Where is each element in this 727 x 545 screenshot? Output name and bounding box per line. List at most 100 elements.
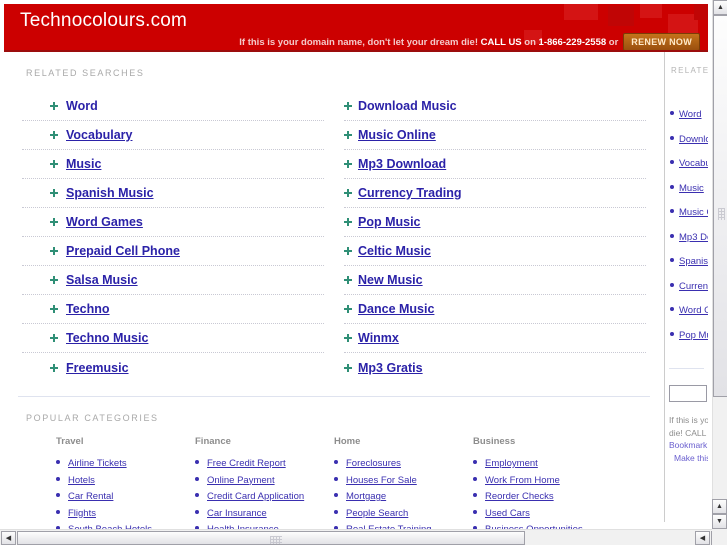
related-search-item[interactable]: Download Music xyxy=(344,92,646,121)
related-search-link[interactable]: Dance Music xyxy=(358,302,434,316)
related-search-item[interactable]: Prepaid Cell Phone xyxy=(22,237,324,266)
sidebar-list-item[interactable]: Spanish Music xyxy=(665,248,708,273)
related-search-link[interactable]: Winmx xyxy=(358,331,399,345)
related-search-item[interactable]: Music Online xyxy=(344,121,646,150)
list-item[interactable]: People Search xyxy=(334,504,473,521)
sidebar-search-input[interactable] xyxy=(669,385,707,402)
related-search-link[interactable]: Music Online xyxy=(358,128,436,142)
related-search-link[interactable]: Spanish Music xyxy=(66,186,154,200)
list-item[interactable]: Health Insurance xyxy=(195,520,334,529)
related-search-link[interactable]: Music xyxy=(66,157,101,171)
sidebar-list-item[interactable]: Currency Trading xyxy=(665,273,708,298)
popular-category-link[interactable]: Houses For Sale xyxy=(346,475,417,486)
related-search-item[interactable]: Techno xyxy=(22,295,324,324)
related-search-item[interactable]: Techno Music xyxy=(22,324,324,353)
popular-category-link[interactable]: Car Rental xyxy=(68,491,113,502)
sidebar-link[interactable]: Word Games xyxy=(679,305,708,316)
scroll-right-button[interactable]: ◀ xyxy=(695,531,710,545)
list-item[interactable]: Houses For Sale xyxy=(334,471,473,488)
sidebar-link[interactable]: Spanish Music xyxy=(679,256,708,267)
popular-category-link[interactable]: Reorder Checks xyxy=(485,491,554,502)
list-item[interactable]: Credit Card Application xyxy=(195,487,334,504)
scroll-left-button[interactable]: ◀ xyxy=(1,531,16,545)
sidebar-link[interactable]: Mp3 Download xyxy=(679,232,708,243)
related-search-link[interactable]: Prepaid Cell Phone xyxy=(66,244,180,258)
related-search-link[interactable]: Techno xyxy=(66,302,110,316)
related-search-link[interactable]: Freemusic xyxy=(66,361,129,375)
list-item[interactable]: Business Opportunities xyxy=(473,520,612,529)
sidebar-link[interactable]: Music xyxy=(679,183,704,194)
popular-category-link[interactable]: Hotels xyxy=(68,475,95,486)
inner-scroll-down-button[interactable]: ▼ xyxy=(712,514,727,529)
bookmark-page-link[interactable]: Bookmark this page xyxy=(669,439,708,452)
sidebar-list-item[interactable]: Pop Music xyxy=(665,322,708,347)
scroll-up-button[interactable]: ▲ xyxy=(713,0,727,15)
related-search-link[interactable]: Pop Music xyxy=(358,215,421,229)
list-item[interactable]: Employment xyxy=(473,454,612,471)
list-item[interactable]: Airline Tickets xyxy=(56,454,195,471)
sidebar-list-item[interactable]: Word Games xyxy=(665,297,708,322)
sidebar-link[interactable]: Currency Trading xyxy=(679,281,708,292)
sidebar-link[interactable]: Pop Music xyxy=(679,330,708,341)
popular-category-link[interactable]: Employment xyxy=(485,458,538,469)
related-search-link[interactable]: Mp3 Download xyxy=(358,157,446,171)
list-item[interactable]: Foreclosures xyxy=(334,454,473,471)
related-search-item[interactable]: Music xyxy=(22,150,324,179)
related-search-item[interactable]: Pop Music xyxy=(344,208,646,237)
list-item[interactable]: Used Cars xyxy=(473,504,612,521)
related-search-item[interactable]: Mp3 Gratis xyxy=(344,353,646,382)
sidebar-list-item[interactable]: Word xyxy=(665,101,708,126)
popular-category-link[interactable]: Mortgage xyxy=(346,491,386,502)
sidebar-link[interactable]: Download Music xyxy=(679,134,708,145)
inner-frame-scrollbar[interactable]: ▲ ▼ xyxy=(712,499,727,529)
related-search-item[interactable]: Freemusic xyxy=(22,353,324,382)
list-item[interactable]: Hotels xyxy=(56,471,195,488)
related-search-link[interactable]: Mp3 Gratis xyxy=(358,361,423,375)
vertical-scrollbar[interactable]: ▲ xyxy=(712,0,727,529)
sidebar-list-item[interactable]: Download Music xyxy=(665,126,708,151)
list-item[interactable]: Car Insurance xyxy=(195,504,334,521)
sidebar-link[interactable]: Music Online xyxy=(679,207,708,218)
popular-category-link[interactable]: Online Payment xyxy=(207,475,275,486)
sidebar-list-item[interactable]: Music Online xyxy=(665,199,708,224)
related-search-item[interactable]: Celtic Music xyxy=(344,237,646,266)
sidebar-link[interactable]: Word xyxy=(679,109,702,120)
related-search-item[interactable]: Winmx xyxy=(344,324,646,353)
popular-category-link[interactable]: Used Cars xyxy=(485,508,530,519)
popular-category-link[interactable]: People Search xyxy=(346,508,408,519)
list-item[interactable]: Real Estate Training xyxy=(334,520,473,529)
make-homepage-link[interactable]: Make this my homepage xyxy=(669,452,708,465)
sidebar-list-item[interactable]: Vocabulary xyxy=(665,150,708,175)
related-search-item[interactable]: Word xyxy=(22,92,324,121)
related-search-link[interactable]: New Music xyxy=(358,273,423,287)
list-item[interactable]: Car Rental xyxy=(56,487,195,504)
related-search-link[interactable]: Salsa Music xyxy=(66,273,138,287)
list-item[interactable]: Flights xyxy=(56,504,195,521)
list-item[interactable]: Work From Home xyxy=(473,471,612,488)
inner-scroll-up-button[interactable]: ▲ xyxy=(712,499,727,514)
popular-category-link[interactable]: Credit Card Application xyxy=(207,491,304,502)
popular-category-link[interactable]: Free Credit Report xyxy=(207,458,286,469)
related-search-link[interactable]: Techno Music xyxy=(66,331,148,345)
related-search-item[interactable]: Dance Music xyxy=(344,295,646,324)
related-search-item[interactable]: Vocabulary xyxy=(22,121,324,150)
popular-category-link[interactable]: Car Insurance xyxy=(207,508,267,519)
list-item[interactable]: Mortgage xyxy=(334,487,473,504)
list-item[interactable]: South Beach Hotels xyxy=(56,520,195,529)
related-search-link[interactable]: Download Music xyxy=(358,99,457,113)
related-search-link[interactable]: Celtic Music xyxy=(358,244,431,258)
horizontal-scrollbar[interactable]: ◀ ◀ ▶ xyxy=(0,529,727,545)
sidebar-list-item[interactable]: Music xyxy=(665,175,708,200)
related-search-item[interactable]: Salsa Music xyxy=(22,266,324,295)
related-search-link[interactable]: Word xyxy=(66,99,98,113)
sidebar-list-item[interactable]: Mp3 Download xyxy=(665,224,708,249)
related-search-item[interactable]: Word Games xyxy=(22,208,324,237)
related-search-link[interactable]: Vocabulary xyxy=(66,128,132,142)
related-search-link[interactable]: Currency Trading xyxy=(358,186,462,200)
related-search-item[interactable]: Currency Trading xyxy=(344,179,646,208)
popular-category-link[interactable]: Flights xyxy=(68,508,96,519)
renew-now-button[interactable]: RENEW NOW xyxy=(623,33,700,50)
related-search-item[interactable]: New Music xyxy=(344,266,646,295)
horizontal-scrollbar-thumb[interactable] xyxy=(17,531,525,545)
related-search-link[interactable]: Word Games xyxy=(66,215,143,229)
